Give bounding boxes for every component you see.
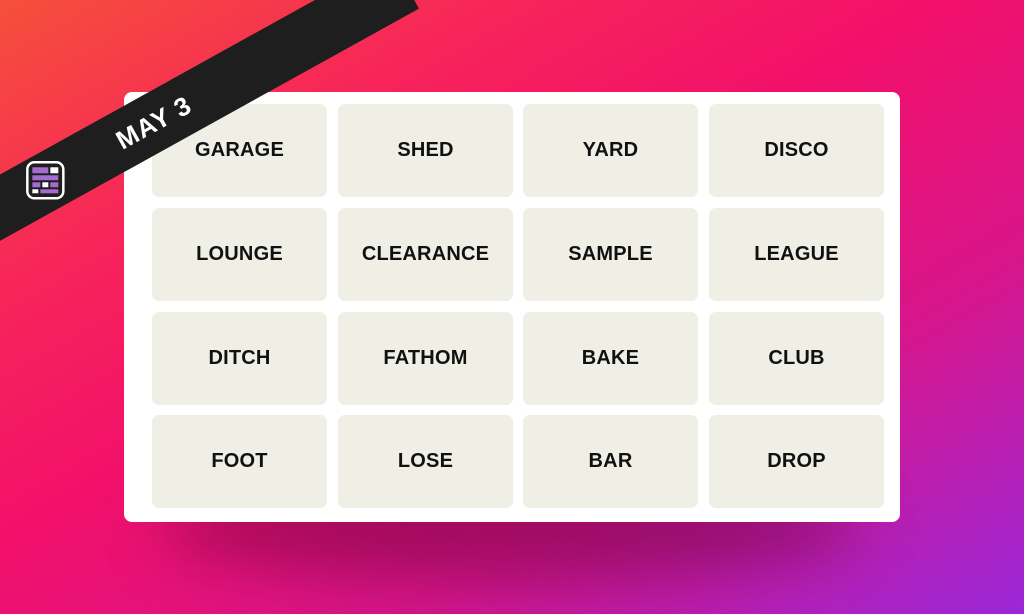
word-tile[interactable]: LOUNGE bbox=[152, 208, 327, 301]
word-tile[interactable]: DISCO bbox=[709, 104, 884, 197]
word-tile[interactable]: DITCH bbox=[152, 312, 327, 405]
word-tile[interactable]: SAMPLE bbox=[523, 208, 698, 301]
word-tile[interactable]: LOSE bbox=[338, 415, 513, 508]
word-tile[interactable]: BAR bbox=[523, 415, 698, 508]
word-tile[interactable]: FATHOM bbox=[338, 312, 513, 405]
connections-grid-icon bbox=[26, 161, 65, 200]
word-tile[interactable]: BAKE bbox=[523, 312, 698, 405]
word-tile[interactable]: DROP bbox=[709, 415, 884, 508]
word-tile[interactable]: CLEARANCE bbox=[338, 208, 513, 301]
word-tile[interactable]: FOOT bbox=[152, 415, 327, 508]
word-tile[interactable]: YARD bbox=[523, 104, 698, 197]
game-board: GARAGE SHED YARD DISCO LOUNGE CLEARANCE SAMPLE… bbox=[124, 92, 900, 522]
word-tile[interactable]: LEAGUE bbox=[709, 208, 884, 301]
word-tile[interactable]: SHED bbox=[338, 104, 513, 197]
word-tile[interactable]: CLUB bbox=[709, 312, 884, 405]
